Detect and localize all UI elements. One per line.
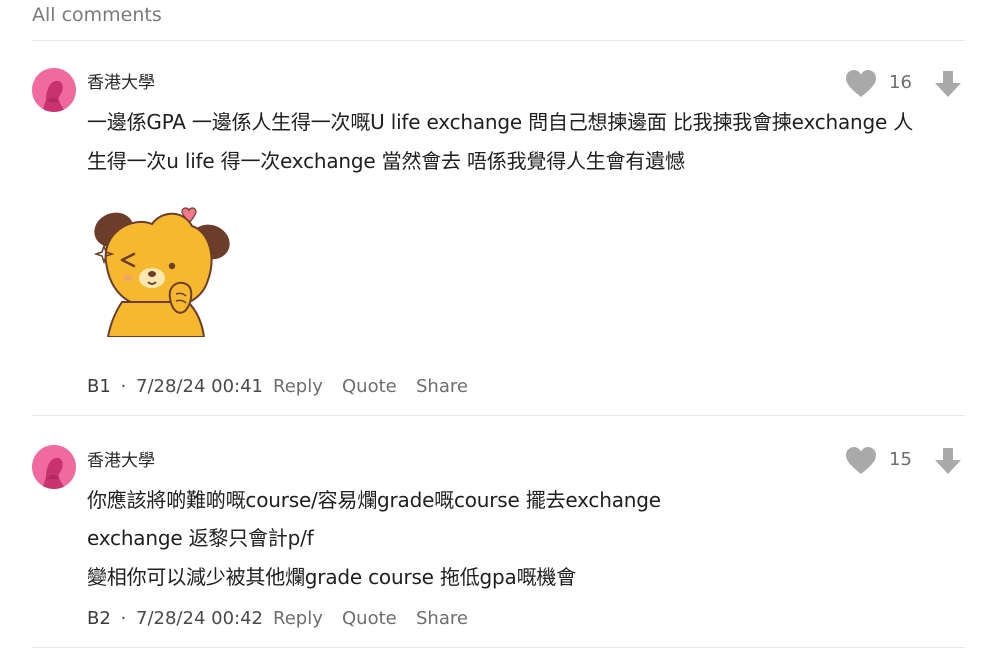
comment-author[interactable]: 香港大學 xyxy=(87,68,155,93)
arrow-down-icon[interactable] xyxy=(933,69,963,99)
comment-divider xyxy=(32,647,965,648)
comment-divider xyxy=(32,415,965,416)
vote-controls: 16 xyxy=(845,69,970,99)
comment-text-line: exchange 返黎只會計p/f xyxy=(87,526,314,550)
user-avatar-icon[interactable] xyxy=(32,445,76,489)
share-button[interactable]: Share xyxy=(416,608,468,629)
quote-button[interactable]: Quote xyxy=(342,376,397,397)
like-count: 16 xyxy=(889,72,912,93)
comment-text-line: 生得一次u life 得一次exchange 當然會去 唔係我覺得人生會有遺憾 xyxy=(87,149,685,173)
heart-icon[interactable] xyxy=(845,446,877,476)
quote-button[interactable]: Quote xyxy=(342,608,397,629)
comment-meta: B1 · 7/28/24 00:41 Reply Quote Share xyxy=(87,376,468,397)
floor-number: B2 xyxy=(87,608,111,629)
user-avatar-icon[interactable] xyxy=(32,68,76,112)
timestamp: 7/28/24 00:42 xyxy=(136,608,263,629)
comment-author[interactable]: 香港大學 xyxy=(87,446,155,471)
heart-icon[interactable] xyxy=(845,69,877,99)
comments-section-title: All comments xyxy=(32,4,162,26)
header-divider xyxy=(32,40,965,41)
comments-page: All comments 香港大學 16 一邊係GPA 一邊係人生得一次嘅U l… xyxy=(0,0,1000,662)
timestamp: 7/28/24 00:41 xyxy=(136,376,263,397)
meta-separator: · xyxy=(120,376,127,397)
floor-number: B1 xyxy=(87,376,111,397)
meta-separator: · xyxy=(120,608,127,629)
comment-text-line: 變相你可以減少被其他爛grade course 拖低gpa嘅機會 xyxy=(87,565,576,589)
reply-button[interactable]: Reply xyxy=(273,608,323,629)
comment-text-line: 你應該將啲難啲嘅course/容易爛grade嘅course 擺去exchang… xyxy=(87,488,661,512)
comment-meta: B2 · 7/28/24 00:42 Reply Quote Share xyxy=(87,608,468,629)
comment-text-line: 一邊係GPA 一邊係人生得一次嘅U life exchange 問自己想揀邊面 … xyxy=(87,110,914,134)
bear-sticker xyxy=(93,207,230,337)
share-button[interactable]: Share xyxy=(416,376,468,397)
reply-button[interactable]: Reply xyxy=(273,376,323,397)
vote-controls: 15 xyxy=(845,446,970,476)
like-count: 15 xyxy=(889,449,912,470)
arrow-down-icon[interactable] xyxy=(933,446,963,476)
